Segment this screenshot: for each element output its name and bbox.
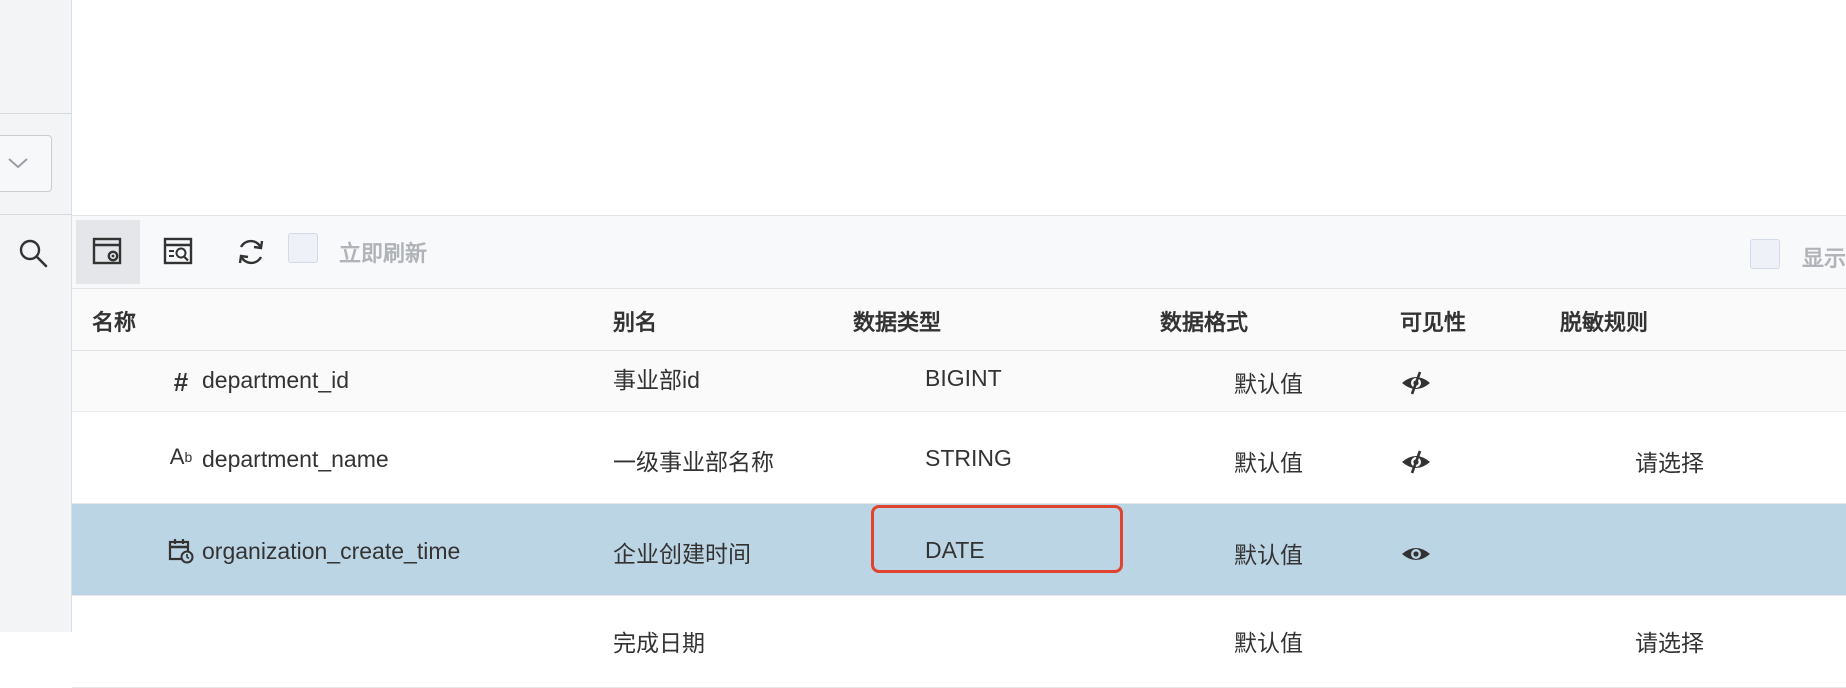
field-format[interactable]: 默认值 bbox=[1234, 444, 1303, 478]
show-label: 显示 bbox=[1802, 246, 1846, 271]
table-row[interactable]: 完成日期 默认值 请选择 bbox=[72, 596, 1846, 688]
field-alias[interactable]: 一级事业部名称 bbox=[613, 443, 774, 477]
eye-icon[interactable] bbox=[1400, 542, 1432, 571]
column-header-alias[interactable]: 别名 bbox=[613, 289, 657, 350]
refresh-button[interactable] bbox=[219, 220, 283, 284]
refresh-now-checkbox[interactable] bbox=[288, 233, 318, 263]
sidebar-select[interactable] bbox=[0, 135, 52, 192]
field-alias[interactable]: 事业部id bbox=[613, 361, 700, 395]
table-settings-icon bbox=[92, 237, 122, 265]
field-format[interactable]: 默认值 bbox=[1234, 536, 1303, 570]
table-search-icon bbox=[163, 237, 193, 265]
field-alias[interactable]: 完成日期 bbox=[613, 624, 705, 658]
column-header-data-type[interactable]: 数据类型 bbox=[853, 289, 941, 350]
table-toolbar: 立即刷新 显示 bbox=[72, 216, 1846, 289]
text-icon: Ab bbox=[169, 444, 193, 469]
field-name: organization_create_time bbox=[202, 538, 461, 564]
table-search-button[interactable] bbox=[147, 220, 211, 284]
table-header: 名称 别名 数据类型 数据格式 可见性 脱敏规则 bbox=[72, 289, 1846, 351]
show-checkbox[interactable] bbox=[1750, 239, 1780, 269]
left-sidebar bbox=[0, 0, 72, 632]
top-content-area bbox=[72, 0, 1846, 216]
mask-rule-select[interactable]: 请选择 bbox=[1635, 444, 1704, 478]
refresh-icon bbox=[238, 239, 264, 265]
table-row[interactable]: # department_id 事业部id BIGINT 默认值 bbox=[72, 351, 1846, 412]
mask-rule-select[interactable]: 请选择 bbox=[1635, 624, 1704, 658]
column-header-name[interactable]: 名称 bbox=[92, 289, 136, 350]
field-name: department_id bbox=[202, 367, 350, 393]
table-row[interactable]: Ab department_name 一级事业部名称 STRING 默认值 请选… bbox=[72, 412, 1846, 504]
field-format[interactable]: 默认值 bbox=[1234, 624, 1303, 658]
chevron-down-icon bbox=[8, 158, 28, 169]
sidebar-divider bbox=[0, 214, 71, 215]
field-alias[interactable]: 企业创建时间 bbox=[613, 535, 751, 569]
column-header-data-format[interactable]: 数据格式 bbox=[1160, 289, 1248, 350]
column-header-mask-rule[interactable]: 脱敏规则 bbox=[1560, 289, 1648, 350]
eye-hidden-icon[interactable] bbox=[1400, 448, 1432, 481]
column-header-visibility[interactable]: 可见性 bbox=[1400, 289, 1466, 350]
highlight-annotation bbox=[871, 505, 1123, 573]
table-settings-button[interactable] bbox=[76, 220, 140, 284]
sidebar-divider bbox=[0, 113, 71, 114]
field-name: department_name bbox=[202, 446, 389, 472]
search-icon[interactable] bbox=[18, 238, 48, 273]
date-icon bbox=[168, 538, 194, 564]
field-format[interactable]: 默认值 bbox=[1234, 365, 1303, 399]
eye-hidden-icon[interactable] bbox=[1400, 369, 1432, 402]
refresh-now-label: 立即刷新 bbox=[339, 241, 428, 266]
field-data-type[interactable]: STRING bbox=[925, 445, 1012, 472]
number-icon: # bbox=[173, 366, 189, 397]
field-data-type[interactable]: BIGINT bbox=[925, 365, 1002, 392]
